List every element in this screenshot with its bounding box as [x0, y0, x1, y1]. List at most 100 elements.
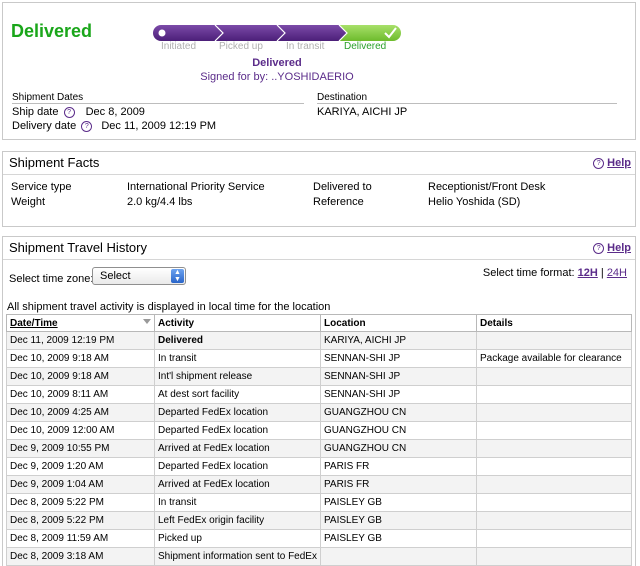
row-details: Package available for clearance	[475, 349, 633, 368]
row-details	[475, 457, 633, 476]
travel-history-table: Date/Time Activity Location Details Dec …	[6, 314, 633, 566]
shipment-facts-panel: Shipment Facts ? Help Service type Intern…	[2, 151, 636, 227]
table-row: Dec 9, 2009 10:55 PM Arrived at FedEx loc…	[6, 439, 633, 458]
travel-history-rows: Dec 11, 2009 12:19 PM Delivered KARIYA, AI…	[6, 331, 633, 566]
row-activity: Departed FedEx location	[154, 421, 321, 440]
row-activity: Picked up	[154, 529, 321, 548]
row-activity: Departed FedEx location	[154, 457, 321, 476]
step-in-transit: In transit	[286, 41, 325, 52]
delivery-date-row: Delivery date ? Dec 11, 2009 12:19 PM	[12, 120, 216, 132]
table-row: Dec 10, 2009 9:18 AM In transit SENNAN-SHI…	[6, 349, 633, 368]
travel-history-title: Shipment Travel History	[9, 240, 147, 255]
divider	[317, 103, 617, 104]
destination-label: Destination	[317, 92, 368, 103]
time-format: Select time format: 12H | 24H	[483, 267, 627, 279]
row-datetime: Dec 8, 2009 5:22 PM	[6, 511, 155, 530]
sort-arrow-icon	[143, 319, 151, 324]
help-icon[interactable]: ?	[81, 121, 93, 132]
table-row: Dec 10, 2009 9:18 AM Int'l shipment relea…	[6, 367, 633, 386]
step-delivered: Delivered	[344, 41, 387, 52]
shipment-facts-header: Shipment Facts ? Help	[3, 152, 635, 175]
row-details	[475, 493, 633, 512]
row-location: KARIYA, AICHI JP	[319, 331, 477, 350]
table-row: Dec 11, 2009 12:19 PM Delivered KARIYA, AI…	[6, 331, 633, 350]
row-location: PARIS FR	[319, 457, 477, 476]
row-location: PARIS FR	[319, 475, 477, 494]
row-details	[475, 421, 633, 440]
row-details	[475, 385, 633, 404]
row-location: GUANGZHOU CN	[319, 403, 477, 422]
time-zone-value: Select	[100, 270, 131, 282]
row-location: SENNAN-SHI JP	[319, 385, 477, 404]
help-icon[interactable]: ?	[63, 107, 75, 118]
row-location: PAISLEY GB	[319, 529, 477, 548]
format-24h-link[interactable]: 24H	[607, 267, 627, 279]
help-icon: ?	[593, 243, 605, 254]
reference-label: Reference	[313, 196, 364, 208]
shipment-dates-label: Shipment Dates	[12, 92, 84, 103]
row-location: GUANGZHOU CN	[319, 421, 477, 440]
travel-history-header: Shipment Travel History ? Help	[3, 237, 635, 260]
row-details	[475, 331, 633, 350]
ship-date-row: Ship date ? Dec 8, 2009	[12, 106, 145, 118]
column-header-location: Location	[319, 314, 477, 332]
row-datetime: Dec 10, 2009 9:18 AM	[6, 349, 155, 368]
shipment-facts-title: Shipment Facts	[9, 155, 100, 170]
row-details	[475, 529, 633, 548]
divider	[12, 103, 304, 104]
row-datetime: Dec 10, 2009 9:18 AM	[6, 367, 155, 386]
service-type: International Priority Service	[127, 181, 265, 193]
delivery-date-label: Delivery date	[12, 120, 77, 132]
travel-history-panel: Shipment Travel History ? Help Select tim…	[2, 236, 636, 566]
row-location: SENNAN-SHI JP	[319, 367, 477, 386]
row-activity: In transit	[154, 493, 321, 512]
column-header-activity: Activity	[154, 314, 321, 332]
row-details	[475, 475, 633, 494]
format-separator: |	[600, 267, 604, 279]
signed-for: Signed for by: ..YOSHIDAERIO	[200, 71, 354, 83]
row-datetime: Dec 8, 2009 5:22 PM	[6, 493, 155, 512]
status-panel: Delivered Initiated Picked up In transit…	[2, 2, 636, 140]
ship-date-label: Ship date	[12, 106, 59, 118]
help-link[interactable]: ? Help	[593, 152, 631, 174]
delivered-to-label: Delivered to	[313, 181, 372, 193]
table-row: Dec 10, 2009 8:11 AM At dest sort facilit…	[6, 385, 633, 404]
format-12h-link[interactable]: 12H	[578, 267, 598, 279]
row-activity: Departed FedEx location	[154, 403, 321, 422]
column-header-details: Details	[475, 314, 633, 332]
row-datetime: Dec 10, 2009 4:25 AM	[6, 403, 155, 422]
row-details	[475, 403, 633, 422]
progress-start-dot	[158, 29, 166, 37]
table-row: Dec 8, 2009 11:59 AM Picked up PAISLEY GB	[6, 529, 633, 548]
row-details	[475, 439, 633, 458]
row-datetime: Dec 10, 2009 8:11 AM	[6, 385, 155, 404]
row-location: GUANGZHOU CN	[319, 439, 477, 458]
row-location: PAISLEY GB	[319, 511, 477, 530]
time-zone-label: Select time zone:	[9, 273, 94, 285]
select-arrows-icon: ▲ ▼	[171, 269, 184, 283]
weight-label: Weight	[11, 196, 46, 208]
table-row: Dec 9, 2009 1:20 AM Departed FedEx locati…	[6, 457, 633, 476]
row-datetime: Dec 11, 2009 12:19 PM	[6, 331, 155, 350]
reference: Helio Yoshida (SD)	[428, 196, 521, 208]
table-row: Dec 8, 2009 5:22 PM In transit PAISLEY GB	[6, 493, 633, 512]
help-icon: ?	[593, 158, 605, 169]
time-format-label: Select time format:	[482, 267, 575, 279]
step-initiated: Initiated	[161, 41, 197, 52]
table-row: Dec 10, 2009 4:25 AM Departed FedEx locat…	[6, 403, 633, 422]
time-zone-select[interactable]: Select ▲ ▼	[92, 267, 186, 285]
row-details	[475, 511, 633, 530]
row-details	[475, 547, 633, 566]
column-header-datetime[interactable]: Date/Time	[6, 314, 155, 332]
help-link[interactable]: ? Help	[593, 237, 631, 259]
row-activity: Shipment information sent to FedEx	[154, 547, 321, 566]
table-row: Dec 8, 2009 5:22 PM Left FedEx origin fac…	[6, 511, 633, 530]
row-activity: Int'l shipment release	[154, 367, 321, 386]
ship-date: Dec 8, 2009	[85, 106, 145, 118]
status-title: Delivered	[11, 21, 93, 41]
delivered-to: Receptionist/Front Desk	[428, 181, 546, 193]
weight: 2.0 kg/4.4 lbs	[127, 196, 193, 208]
delivery-date: Dec 11, 2009 12:19 PM	[101, 120, 217, 132]
row-datetime: Dec 8, 2009 11:59 AM	[6, 529, 155, 548]
row-activity: At dest sort facility	[154, 385, 321, 404]
